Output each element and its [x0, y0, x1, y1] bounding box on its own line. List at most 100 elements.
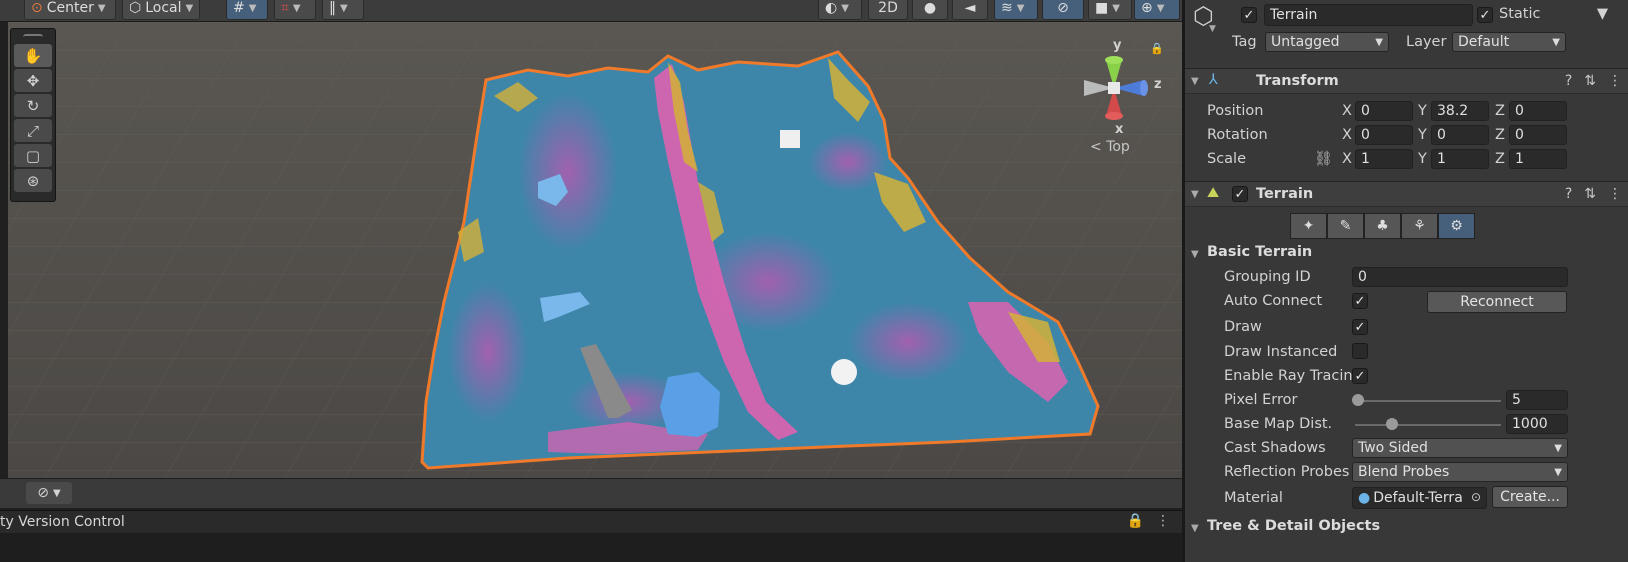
scale-y-label[interactable]: Y [1418, 151, 1427, 167]
help-icon[interactable]: ? [1565, 186, 1572, 202]
rotation-z-field[interactable]: 0 [1509, 125, 1567, 145]
chevron-down-icon[interactable]: ▼ [1597, 6, 1608, 22]
basic-terrain-section[interactable]: Basic Terrain [1207, 244, 1312, 260]
scene-viewport[interactable] [8, 22, 1182, 478]
chevron-down-icon[interactable]: ▼ [1209, 24, 1216, 34]
cast-shadows-dropdown[interactable]: Two Sided ▼ [1352, 438, 1568, 458]
sphere-object[interactable] [831, 359, 857, 385]
object-picker-icon[interactable]: ⊙ [1471, 490, 1481, 504]
transform-header[interactable]: ▼ ⅄ Transform ? ⇅ ⋮ [1185, 68, 1628, 94]
lock-icon[interactable]: 🔒 [1127, 513, 1144, 529]
scale-x-label[interactable]: X [1342, 151, 1352, 167]
active-checkbox[interactable]: ✓ [1241, 7, 1257, 23]
scene-view[interactable]: ⊙ Center ▼ ⬡ Local ▼ #▼ ⌗▼ ‖▼ ◐▼ 2D [0, 0, 1182, 533]
ray-tracing-checkbox[interactable]: ✓ [1352, 368, 1368, 384]
hand-tool-button[interactable]: ✋ [14, 44, 52, 67]
terrain-header[interactable]: ▼ ⛰ ✓ Terrain ? ⇅ ⋮ [1185, 181, 1628, 207]
rotation-z-label[interactable]: Z [1495, 127, 1505, 143]
kebab-menu-icon[interactable]: ⋮ [1608, 186, 1622, 202]
camera-dropdown[interactable]: ■ ▼ [1088, 0, 1132, 20]
paint-details-button[interactable]: ⚘ [1401, 213, 1438, 239]
tree-detail-section[interactable]: Tree & Detail Objects [1207, 518, 1380, 534]
rotate-tool-button[interactable]: ↻ [14, 94, 52, 117]
material-field[interactable]: ● Default-Terra [1352, 487, 1487, 509]
transform-tool-button[interactable]: ⊛ [14, 169, 52, 192]
static-checkbox[interactable]: ✓ [1477, 7, 1493, 23]
ray-tracing-label: Enable Ray Tracin [1224, 368, 1353, 384]
paint-terrain-button[interactable]: ✎ [1327, 213, 1364, 239]
audio-toggle[interactable]: ◄ [952, 0, 988, 20]
layer-dropdown[interactable]: Default ▼ [1452, 32, 1566, 52]
constrain-proportions-icon[interactable]: ⛓ [1314, 150, 1332, 167]
reflection-probes-dropdown[interactable]: Blend Probes ▼ [1352, 462, 1568, 482]
lighting-toggle[interactable]: ● [912, 0, 948, 20]
compass-icon: ⊘ [37, 485, 50, 501]
draw-checkbox[interactable]: ✓ [1352, 319, 1368, 335]
version-control-tab[interactable]: ty Version Control 🔒 ⋮ [0, 510, 1182, 533]
scale-z-label[interactable]: Z [1495, 151, 1505, 167]
position-z-field[interactable]: 0 [1509, 101, 1567, 121]
cube-object[interactable] [780, 130, 800, 148]
help-icon[interactable]: ? [1565, 73, 1572, 89]
pixel-error-slider-knob[interactable] [1351, 394, 1364, 406]
move-tool-button[interactable]: ✥ [14, 69, 52, 92]
draw-mode-dropdown[interactable]: ◐ ▼ [818, 0, 862, 20]
pivot-mode-label: Center [46, 0, 94, 16]
effects-dropdown[interactable]: ≋ ▼ [994, 0, 1038, 20]
kebab-menu-icon[interactable]: ⋮ [1156, 513, 1170, 529]
terrain-enabled-checkbox[interactable]: ✓ [1232, 186, 1248, 202]
2d-mode-button[interactable]: 2D [868, 0, 908, 20]
foldout-arrow-icon[interactable]: ▼ [1191, 523, 1199, 534]
paint-trees-button[interactable]: ♣ [1364, 213, 1401, 239]
camera-orient-button[interactable]: ⊘ ▼ [26, 482, 72, 504]
position-x-field[interactable]: 0 [1355, 101, 1413, 121]
overlay-grip[interactable] [23, 34, 43, 40]
scale-z-field[interactable]: 1 [1509, 149, 1567, 169]
orientation-gizmo[interactable]: y z x < Top 🔒 [1076, 36, 1176, 166]
rotation-x-field[interactable]: 0 [1355, 125, 1413, 145]
increment-snap-toggle[interactable]: ⌗ ▼ [274, 0, 316, 20]
grouping-id-field[interactable]: 0 [1352, 267, 1568, 287]
static-label: Static [1499, 6, 1541, 22]
pixel-error-slider[interactable] [1355, 400, 1501, 402]
cast-shadows-value: Two Sided [1358, 440, 1428, 456]
scale-y-field[interactable]: 1 [1431, 149, 1489, 169]
reconnect-button[interactable]: Reconnect [1427, 291, 1567, 313]
hand-icon: ✋ [23, 46, 43, 65]
position-y-field[interactable]: 38.2 [1431, 101, 1489, 121]
foldout-arrow-icon[interactable]: ▼ [1191, 249, 1199, 260]
auto-connect-checkbox[interactable]: ✓ [1352, 293, 1368, 309]
pixel-error-field[interactable]: 5 [1506, 390, 1568, 410]
tag-dropdown[interactable]: Untagged ▼ [1265, 32, 1389, 52]
position-z-label[interactable]: Z [1495, 103, 1505, 119]
base-map-field[interactable]: 1000 [1506, 414, 1568, 434]
position-y-label[interactable]: Y [1418, 103, 1427, 119]
pivot-mode-dropdown[interactable]: ⊙ Center ▼ [24, 0, 116, 20]
rotation-x-label[interactable]: X [1342, 127, 1352, 143]
create-neighbor-button[interactable]: ✦ [1290, 213, 1327, 239]
presets-icon[interactable]: ⇅ [1584, 73, 1596, 89]
gizmos-dropdown[interactable]: ⊕ ▼ [1134, 0, 1180, 20]
rotation-y-label[interactable]: Y [1418, 127, 1427, 143]
terrain-settings-button[interactable]: ⚙ [1438, 213, 1475, 239]
kebab-menu-icon[interactable]: ⋮ [1608, 73, 1622, 89]
view-orientation-label[interactable]: < Top [1090, 139, 1130, 155]
chevron-down-icon: ▼ [841, 2, 849, 14]
base-map-slider[interactable] [1355, 424, 1501, 426]
base-map-slider-knob[interactable] [1385, 418, 1398, 430]
pivot-space-dropdown[interactable]: ⬡ Local ▼ [122, 0, 200, 20]
object-name-field[interactable]: Terrain [1264, 4, 1473, 26]
create-material-button[interactable]: Create... [1492, 486, 1568, 508]
grid-snap-toggle[interactable]: # ▼ [226, 0, 268, 20]
position-x-label[interactable]: X [1342, 103, 1352, 119]
rect-tool-button[interactable]: ▢ [14, 144, 52, 167]
scale-tool-button[interactable]: ⤢ [14, 119, 52, 142]
grid-visibility-toggle[interactable]: ‖ ▼ [322, 0, 364, 20]
draw-instanced-checkbox[interactable] [1352, 343, 1368, 359]
scale-x-field[interactable]: 1 [1355, 149, 1413, 169]
rotation-y-field[interactable]: 0 [1431, 125, 1489, 145]
lock-icon[interactable]: 🔒 [1150, 42, 1164, 55]
chevron-down-icon: ▼ [340, 2, 348, 14]
hidden-objects-toggle[interactable]: ⊘ [1042, 0, 1084, 20]
presets-icon[interactable]: ⇅ [1584, 186, 1596, 202]
